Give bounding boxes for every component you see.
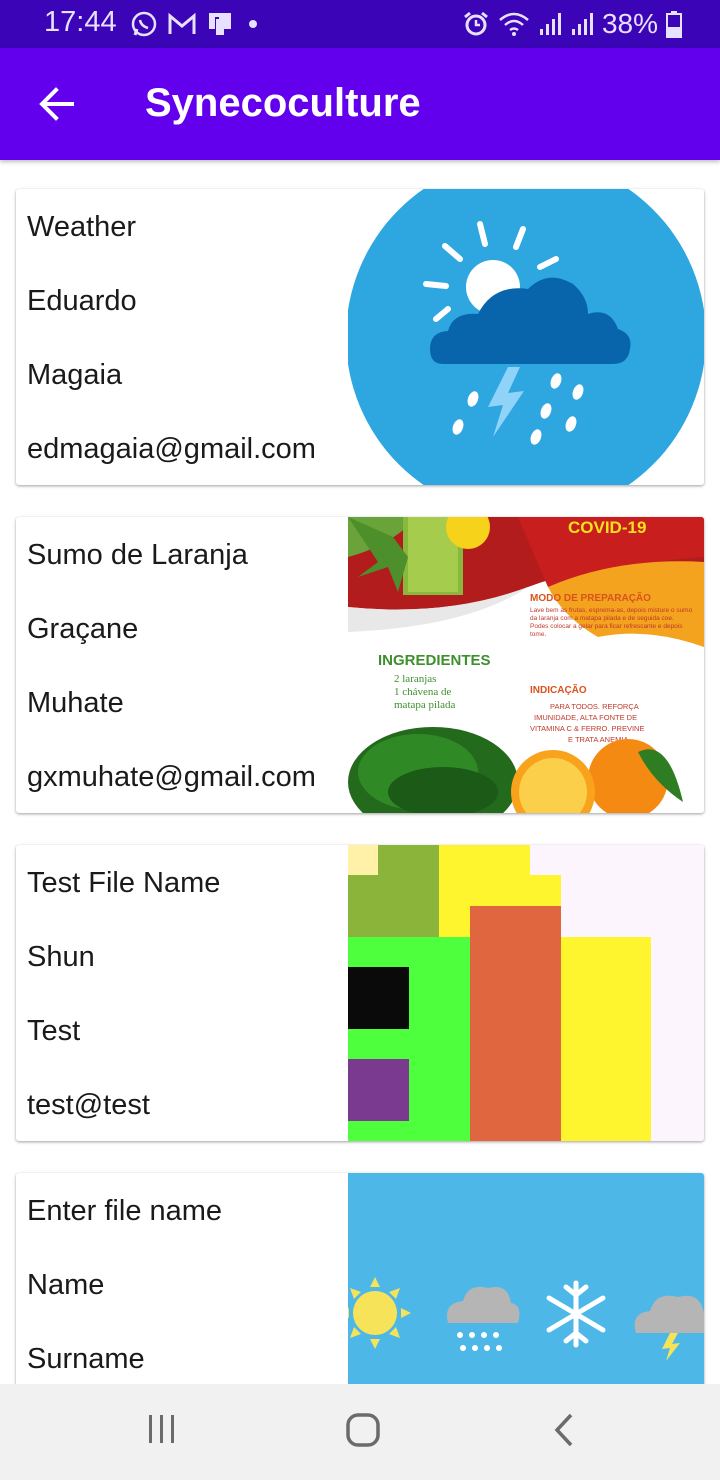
signal-icon xyxy=(571,13,593,35)
gmail-icon xyxy=(168,12,196,34)
notification-icon xyxy=(209,13,231,35)
whatsapp-icon xyxy=(131,11,157,37)
dot-icon xyxy=(249,20,257,28)
orange-juice-recipe-image: COVID-19 MODO DE PREPARAÇÃO Lave bem as … xyxy=(348,517,704,813)
list-item[interactable]: Weather Eduardo Magaia edmagaia@gmail.co… xyxy=(16,189,704,485)
indication-title: INDICAÇÃO xyxy=(530,683,587,696)
system-nav-bar xyxy=(0,1384,720,1480)
color-blocks-image xyxy=(348,845,704,1141)
card-name: Eduardo xyxy=(27,285,137,317)
prep-text: Lave bem as frutas, esprema-as, depois m… xyxy=(530,607,693,622)
indication-text: PARA TODOS. REFORÇA xyxy=(550,702,639,711)
status-time: 17:44 xyxy=(44,6,117,38)
ingredient-item: matapa pilada xyxy=(394,699,456,711)
card-name: Graçane xyxy=(27,613,139,645)
ingredient-item: 2 laranjas xyxy=(394,673,436,685)
prep-title: MODO DE PREPARAÇÃO xyxy=(530,591,651,604)
file-list[interactable]: Weather Eduardo Magaia edmagaia@gmail.co… xyxy=(0,160,720,1384)
prep-text-2: Podes colocar a gelar para ficar refresc… xyxy=(530,623,683,638)
status-bar: 17:44 38% xyxy=(0,0,720,48)
ingredient-item: 1 chávena de xyxy=(394,686,452,698)
card-title: Test File Name xyxy=(27,867,221,899)
card-title: Weather xyxy=(27,211,137,243)
card-email: test@test xyxy=(27,1089,150,1121)
ingredients-title: INGREDIENTES xyxy=(378,652,491,669)
covid-badge: COVID-19 xyxy=(568,518,646,537)
home-icon[interactable] xyxy=(345,1412,381,1448)
battery-percent: 38% xyxy=(601,8,658,39)
battery-icon xyxy=(666,11,682,38)
list-item[interactable]: Enter file name Name Surname xyxy=(16,1173,704,1384)
page-title: Synecoculture xyxy=(145,81,421,125)
card-surname: Magaia xyxy=(27,359,123,391)
card-name: Shun xyxy=(27,941,95,973)
indication-text: VITAMINA C & FERRO. PREVINE xyxy=(530,724,644,733)
wifi-icon xyxy=(499,12,529,36)
recents-icon[interactable] xyxy=(146,1412,178,1446)
weather-icons-image xyxy=(348,1173,704,1384)
alarm-icon xyxy=(464,11,488,36)
card-title: Enter file name xyxy=(27,1195,223,1227)
card-surname: Test xyxy=(27,1015,81,1047)
back-icon[interactable] xyxy=(552,1412,576,1448)
list-item[interactable]: Sumo de Laranja Graçane Muhate gxmuhate@… xyxy=(16,517,704,813)
card-email: gxmuhate@gmail.com xyxy=(27,761,316,793)
card-title: Sumo de Laranja xyxy=(27,539,248,571)
card-surname: Muhate xyxy=(27,687,124,719)
arrow-back-icon[interactable] xyxy=(36,84,76,124)
app-bar: Synecoculture xyxy=(0,48,720,160)
list-item[interactable]: Test File Name Shun Test test@test xyxy=(16,845,704,1141)
weather-cloud-image xyxy=(348,189,704,485)
card-surname: Surname xyxy=(27,1343,145,1375)
signal-icon xyxy=(539,13,561,35)
card-name: Name xyxy=(27,1269,105,1301)
card-email: edmagaia@gmail.com xyxy=(27,433,316,465)
indication-text: IMUNIDADE, ALTA FONTE DE xyxy=(534,713,637,722)
